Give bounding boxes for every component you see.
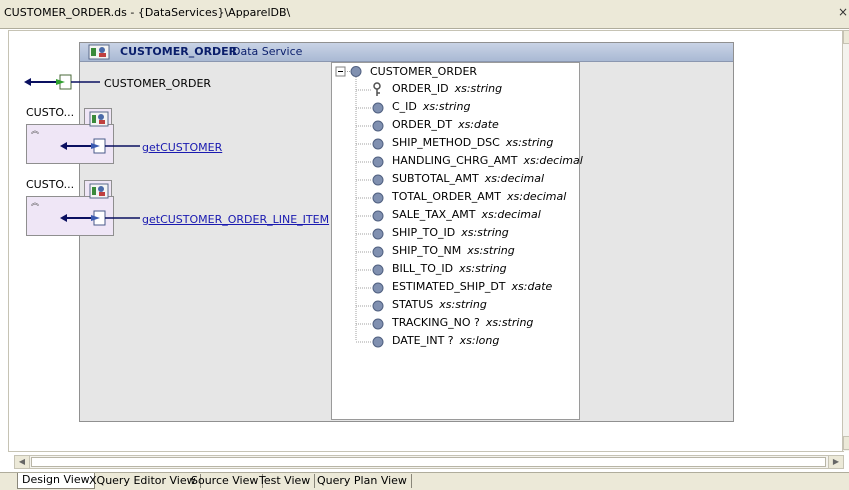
- schema-field-row[interactable]: SHIP_TO_ID xs:string: [332, 225, 579, 241]
- view-tabs: Design View XQuery Editor View Source Vi…: [0, 472, 849, 490]
- collapse-chevron-icon[interactable]: ︽: [31, 125, 39, 136]
- schema-field-name: SALE_TAX_AMT xs:decimal: [392, 208, 541, 221]
- schema-field-type: xs:decimal: [484, 172, 545, 185]
- scroll-right-button[interactable]: ▶: [828, 455, 844, 469]
- schema-field-name: STATUS xs:string: [392, 298, 487, 311]
- schema-field-name: SHIP_TO_ID xs:string: [392, 226, 509, 239]
- editor-title: CUSTOMER_ORDER.ds - {DataServices}\Appar…: [4, 6, 291, 19]
- field-node-icon: [356, 174, 384, 186]
- close-icon[interactable]: ×: [838, 5, 848, 19]
- schema-field-type: xs:date: [458, 118, 499, 131]
- schema-field-row[interactable]: C_ID xs:string: [332, 99, 579, 115]
- schema-field-name: TOTAL_ORDER_AMT xs:decimal: [392, 190, 567, 203]
- field-node-icon: [356, 336, 384, 348]
- schema-field-name: C_ID xs:string: [392, 100, 471, 113]
- schema-field-name: SHIP_METHOD_DSC xs:string: [392, 136, 554, 149]
- schema-field-row[interactable]: SHIP_TO_NM xs:string: [332, 243, 579, 259]
- tab-xquery-editor-view[interactable]: XQuery Editor View: [85, 474, 201, 488]
- source-label: CUSTOMER_ORDER: [104, 77, 212, 90]
- schema-field-type: xs:long: [459, 334, 500, 347]
- schema-field-name: BILL_TO_ID xs:string: [392, 262, 507, 275]
- schema-field-row[interactable]: ORDER_DT xs:date: [332, 117, 579, 133]
- schema-field-row[interactable]: ORDER_ID xs:string: [332, 81, 579, 97]
- function-arrow-icon: [60, 210, 140, 226]
- data-service-name: CUSTOMER_ORDER: [120, 45, 238, 58]
- field-node-icon: [356, 318, 384, 330]
- horizontal-scrollbar[interactable]: ◀ ▶: [14, 455, 844, 469]
- scroll-left-button[interactable]: ◀: [14, 455, 30, 469]
- data-service-icon: [89, 183, 109, 199]
- schema-field-row[interactable]: HANDLING_CHRG_AMT xs:decimal: [332, 153, 583, 169]
- schema-field-type: xs:string: [439, 298, 487, 311]
- vertical-scrollbar[interactable]: [842, 30, 849, 451]
- schema-field-type: xs:date: [511, 280, 553, 293]
- tree-root-label: CUSTOMER_ORDER: [370, 65, 478, 78]
- schema-tree[interactable]: CUSTOMER_ORDER ORDER_ID xs:string C_ID xs:s…: [331, 62, 583, 420]
- schema-field-type: xs:decimal: [481, 208, 541, 221]
- data-service-label: Data Service: [232, 45, 303, 58]
- field-node-icon: [356, 300, 384, 312]
- schema-field-row[interactable]: SHIP_METHOD_DSC xs:string: [332, 135, 579, 151]
- key-icon: [356, 82, 381, 96]
- schema-field-name: TRACKING_NO ? xs:string: [392, 316, 534, 329]
- field-node-icon: [356, 120, 384, 132]
- schema-field-name: SHIP_TO_NM xs:string: [392, 244, 515, 257]
- schema-field-type: xs:string: [461, 226, 509, 239]
- schema-field-name: ORDER_ID xs:string: [392, 82, 503, 95]
- editor-title-bar: CUSTOMER_ORDER.ds - {DataServices}\Appar…: [0, 0, 849, 29]
- schema-field-row[interactable]: SUBTOTAL_AMT xs:decimal: [332, 171, 579, 187]
- collapse-chevron-icon[interactable]: ︽: [31, 197, 39, 208]
- schema-field-type: xs:string: [459, 262, 507, 275]
- data-service-icon: [89, 111, 109, 127]
- function-link-getcustomer-order-line-item[interactable]: getCUSTOMER_ORDER_LINE_ITEM: [142, 213, 329, 226]
- tab-query-plan-view[interactable]: Query Plan View: [313, 474, 412, 488]
- schema-field-type: xs:string: [505, 136, 554, 149]
- schema-field-name: ORDER_DT xs:date: [392, 118, 499, 131]
- source-arrow-icon: [24, 74, 100, 90]
- tree-root[interactable]: CUSTOMER_ORDER: [332, 63, 579, 79]
- schema-field-row[interactable]: BILL_TO_ID xs:string: [332, 261, 579, 277]
- function-card-title: CUSTO...: [26, 178, 75, 191]
- schema-field-row[interactable]: STATUS xs:string: [332, 297, 579, 313]
- schema-field-row[interactable]: SALE_TAX_AMT xs:decimal: [332, 207, 579, 223]
- field-node-icon: [356, 282, 384, 294]
- schema-field-name: DATE_INT ? xs:long: [392, 334, 500, 347]
- function-link-getcustomer[interactable]: getCUSTOMER: [142, 141, 222, 154]
- schema-field-row[interactable]: ESTIMATED_SHIP_DT xs:date: [332, 279, 579, 295]
- field-node-icon: [356, 246, 384, 258]
- scroll-down-button[interactable]: [843, 436, 849, 450]
- schema-field-type: xs:string: [485, 316, 534, 329]
- schema-field-name: ESTIMATED_SHIP_DT xs:date: [392, 280, 553, 293]
- function-arrow-icon: [60, 138, 140, 154]
- schema-field-row[interactable]: TOTAL_ORDER_AMT xs:decimal: [332, 189, 579, 205]
- tab-source-view[interactable]: Source View: [187, 474, 264, 488]
- schema-field-type: xs:string: [467, 244, 515, 257]
- scroll-up-button[interactable]: [843, 30, 849, 44]
- field-node-icon: [356, 210, 384, 222]
- field-node-icon: [356, 228, 384, 240]
- data-service-icon: [88, 44, 110, 60]
- schema-field-type: xs:string: [454, 82, 503, 95]
- field-node-icon: [356, 156, 384, 168]
- field-node-icon: [356, 138, 384, 150]
- schema-field-name: HANDLING_CHRG_AMT xs:decimal: [392, 154, 583, 167]
- field-node-icon: [356, 102, 384, 114]
- schema-field-name: SUBTOTAL_AMT xs:decimal: [392, 172, 545, 185]
- field-node-icon: [356, 192, 384, 204]
- schema-field-row[interactable]: DATE_INT ? xs:long: [332, 333, 579, 349]
- schema-field-type: xs:decimal: [507, 190, 567, 203]
- scroll-thumb[interactable]: [31, 457, 826, 467]
- function-card-title: CUSTO...: [26, 106, 75, 119]
- tab-test-view[interactable]: Test View: [255, 474, 316, 488]
- data-service-header: CUSTOMER_ORDER Data Service: [80, 43, 733, 62]
- field-node-icon: [356, 264, 384, 276]
- schema-field-type: xs:decimal: [523, 154, 583, 167]
- schema-field-type: xs:string: [422, 100, 471, 113]
- tab-design-view[interactable]: Design View: [17, 473, 95, 489]
- schema-field-row[interactable]: TRACKING_NO ? xs:string: [332, 315, 579, 331]
